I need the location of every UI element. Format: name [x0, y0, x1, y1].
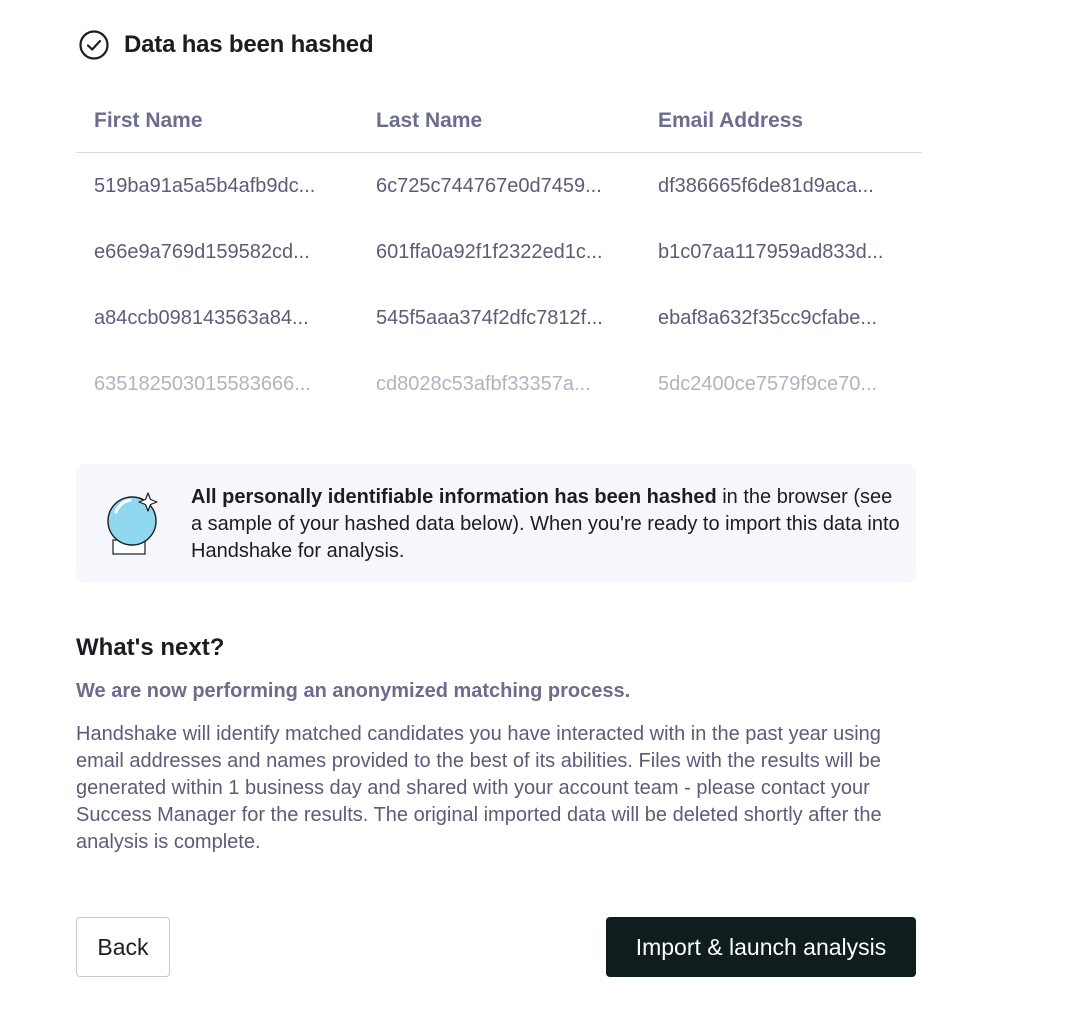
whats-next-subtitle: We are now performing an anonymized matc… — [76, 680, 631, 702]
column-header-last-name: Last Name — [376, 109, 483, 132]
last-name-cell: cd8028c53afbf33357a... — [376, 372, 591, 395]
whats-next-heading: What's next? — [76, 634, 225, 661]
table-row: a84ccb098143563a84... 545f5aaa374f2dfc78… — [76, 285, 922, 351]
column-header-first-name: First Name — [94, 109, 203, 132]
first-name-cell: e66e9a769d159582cd... — [94, 240, 310, 263]
hash-review-page: Data has been hashed First Name Last Nam… — [0, 0, 1076, 1028]
hashed-data-table: First Name Last Name Email Address 519ba… — [76, 90, 922, 417]
last-name-cell: 601ffa0a92f1f2322ed1c... — [376, 240, 603, 263]
pii-hashed-message-bold: All personally identifiable information … — [191, 486, 717, 508]
back-button[interactable]: Back — [76, 917, 170, 977]
email-address-cell: ebaf8a632f35cc9cfabe... — [658, 306, 878, 329]
pii-hashed-message: All personally identifiable information … — [191, 484, 901, 565]
hash-status-header: Data has been hashed — [78, 29, 374, 61]
email-address-cell: df386665f6de81d9aca... — [658, 174, 874, 197]
first-name-cell: a84ccb098143563a84... — [94, 306, 309, 329]
email-address-cell: 5dc2400ce7579f9ce70... — [658, 372, 878, 395]
last-name-cell: 6c725c744767e0d7459... — [376, 174, 602, 197]
import-launch-analysis-button[interactable]: Import & launch analysis — [606, 917, 916, 977]
column-header-email-address: Email Address — [658, 109, 804, 132]
whats-next-description: Handshake will identify matched candidat… — [76, 723, 882, 853]
check-circle-icon — [78, 29, 110, 61]
table-row: e66e9a769d159582cd... 601ffa0a92f1f2322e… — [76, 219, 922, 285]
table-row: 635182503015583666... cd8028c53afbf33357… — [76, 351, 922, 417]
last-name-cell: 545f5aaa374f2dfc7812f... — [376, 306, 603, 329]
email-address-cell: b1c07aa117959ad833d... — [658, 240, 884, 263]
table-row: 519ba91a5a5b4afb9dc... 6c725c744767e0d74… — [76, 153, 922, 219]
hash-status-title: Data has been hashed — [124, 31, 374, 58]
first-name-cell: 635182503015583666... — [94, 372, 311, 395]
crystal-ball-icon — [102, 488, 162, 558]
first-name-cell: 519ba91a5a5b4afb9dc... — [94, 174, 316, 197]
pii-hashed-info-box: All personally identifiable information … — [76, 464, 916, 583]
table-header: First Name Last Name Email Address — [76, 90, 922, 153]
